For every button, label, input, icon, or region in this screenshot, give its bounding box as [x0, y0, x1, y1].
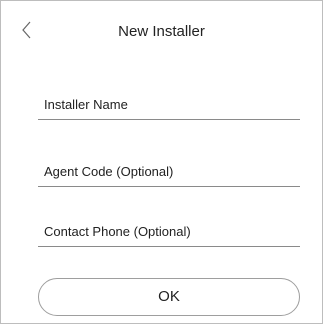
installer-name-label: Installer Name — [44, 97, 128, 112]
agent-code-underline — [38, 186, 300, 187]
agent-code-field[interactable]: Agent Code (Optional) — [38, 164, 300, 187]
installer-name-field[interactable]: Installer Name — [38, 97, 300, 120]
header-bar: New Installer — [1, 1, 322, 63]
page-title: New Installer — [118, 23, 205, 40]
contact-phone-field[interactable]: Contact Phone (Optional) — [38, 224, 300, 247]
contact-phone-label: Contact Phone (Optional) — [44, 224, 191, 239]
ok-button[interactable]: OK — [38, 278, 300, 316]
contact-phone-underline — [38, 246, 300, 247]
agent-code-label: Agent Code (Optional) — [44, 164, 174, 179]
installer-name-underline — [38, 119, 300, 120]
screen-frame: New Installer Installer Name Agent Code … — [0, 0, 323, 324]
